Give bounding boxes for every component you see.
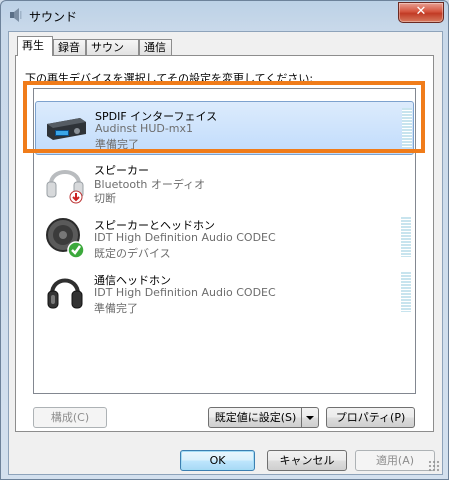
window-title: サウンド: [29, 10, 78, 24]
sound-dialog-window: サウンド ✕ 再生 録音 サウンド 通信 下の再生デバイスを選択してその設定を変…: [0, 0, 449, 480]
speaker-default-icon: [46, 218, 85, 259]
device-status: 準備完了: [95, 138, 139, 151]
tab-playback[interactable]: 再生: [17, 36, 53, 56]
instruction-text: 下の再生デバイスを選択してその設定を変更してください:: [25, 72, 314, 85]
properties-button[interactable]: プロパティ(P): [326, 407, 415, 428]
resize-grip[interactable]: [428, 460, 440, 472]
headphones-icon: [47, 278, 83, 309]
level-meter: [401, 217, 411, 257]
close-button[interactable]: ✕: [398, 2, 444, 23]
level-meter: [401, 272, 411, 312]
set-default-label: 既定値に設定(S): [214, 411, 297, 424]
device-item-spdif[interactable]: SPDIF インターフェイス Audinst HUD-mx1 準備完了: [35, 101, 414, 155]
configure-button[interactable]: 構成(C): [33, 407, 107, 428]
title-bar[interactable]: サウンド ✕: [1, 1, 448, 29]
bluetooth-headphones-icon: [46, 170, 84, 204]
device-status: 既定のデバイス: [94, 247, 171, 260]
device-item-bluetooth-speaker[interactable]: スピーカー Bluetooth オーディオ 切断: [35, 156, 414, 210]
device-list[interactable]: SPDIF インターフェイス Audinst HUD-mx1 準備完了 スピーカ…: [33, 88, 416, 394]
device-item-communication-headphones[interactable]: 通信ヘッドホン IDT High Definition Audio CODEC …: [35, 266, 414, 320]
device-detail: IDT High Definition Audio CODEC: [94, 231, 276, 244]
tab-sounds[interactable]: サウンド: [86, 39, 139, 70]
device-detail: IDT High Definition Audio CODEC: [94, 286, 276, 299]
device-status: 切断: [94, 192, 116, 205]
tab-communications[interactable]: 通信: [139, 39, 172, 55]
level-meter: [402, 108, 412, 148]
set-default-button[interactable]: 既定値に設定(S): [208, 407, 319, 428]
device-status: 準備完了: [94, 302, 138, 315]
device-detail: Audinst HUD-mx1: [95, 122, 194, 135]
device-item-speakers-headphones[interactable]: スピーカーとヘッドホン IDT High Definition Audio CO…: [35, 211, 414, 265]
speaker-icon: [10, 8, 22, 22]
chevron-down-icon[interactable]: [301, 408, 318, 427]
cancel-button[interactable]: キャンセル: [267, 450, 347, 471]
spdif-device-icon: [47, 118, 86, 140]
tab-recording[interactable]: 録音: [53, 39, 86, 55]
dialog-client-area: 再生 録音 サウンド 通信 下の再生デバイスを選択してその設定を変更してください…: [8, 31, 443, 475]
apply-button[interactable]: 適用(A): [355, 450, 435, 471]
playback-tab-panel: 下の再生デバイスを選択してその設定を変更してください: SPDIF インターフェ…: [15, 55, 434, 432]
ok-button[interactable]: OK: [180, 450, 255, 471]
